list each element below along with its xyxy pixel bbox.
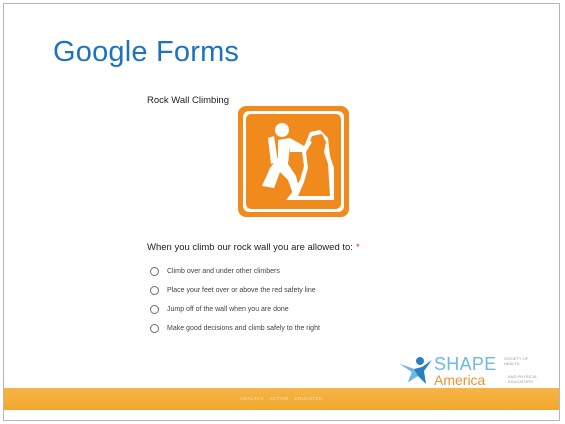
option-row[interactable]: Make good decisions and climb safely to … (150, 319, 320, 338)
required-asterisk: * (355, 242, 360, 253)
option-label: Climb over and under other climbers (167, 268, 280, 275)
radio-button[interactable] (150, 324, 159, 333)
option-row[interactable]: Jump off of the wall when you are done (150, 300, 320, 319)
radio-button[interactable] (150, 267, 159, 276)
slide-title: Google Forms (53, 36, 240, 68)
star-figure-icon (400, 357, 432, 384)
question-label: When you climb our rock wall you are all… (147, 242, 353, 253)
logo-subtitle-top: SOCIETY OF HEALTH (504, 356, 529, 366)
logo-america-text: America (434, 372, 486, 388)
radio-button[interactable] (150, 305, 159, 314)
shape-america-logo: SHAPE America SOCIETY OF HEALTH AND PHYS… (398, 350, 548, 390)
option-label: Make good decisions and climb safely to … (167, 325, 320, 332)
form-title: Rock Wall Climbing (147, 95, 229, 106)
answer-options: Climb over and under other climbers Plac… (150, 262, 320, 338)
footer-tagline: HEALTHY · ACTIVE · EDUCATED (240, 396, 323, 401)
logo-subtitle-bottom: AND PHYSICAL EDUCATORS (508, 374, 538, 384)
option-label: Place your feet over or above the red sa… (167, 287, 316, 294)
option-label: Jump off of the wall when you are done (167, 306, 289, 313)
option-row[interactable]: Place your feet over or above the red sa… (150, 281, 320, 300)
option-row[interactable]: Climb over and under other climbers (150, 262, 320, 281)
rock-climber-icon (238, 106, 349, 217)
radio-button[interactable] (150, 286, 159, 295)
footer-band: HEALTHY · ACTIVE · EDUCATED (4, 388, 559, 410)
question-text: When you climb our rock wall you are all… (147, 242, 360, 253)
